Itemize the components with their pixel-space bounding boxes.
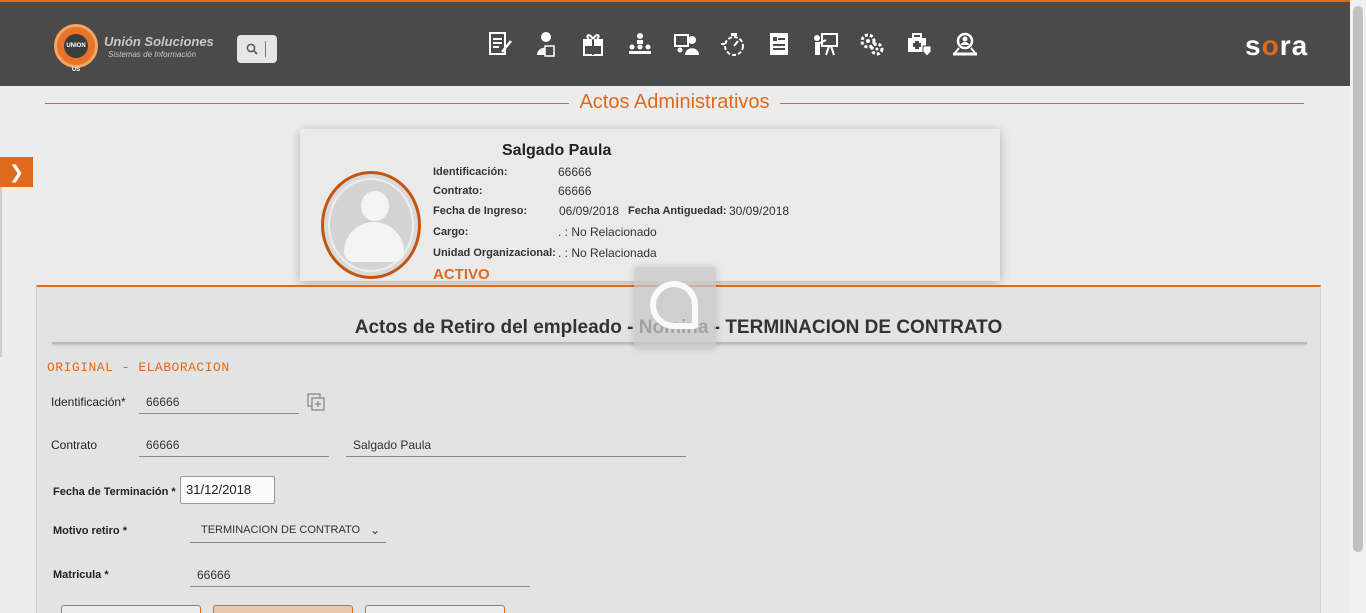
fecha-terminacion-label-text: Fecha de Terminación [53, 486, 169, 498]
stopwatch-icon[interactable] [719, 30, 747, 58]
heading-text-wrap: Actos Administrativos [45, 91, 1304, 114]
motivo-retiro-select[interactable]: TERMINACION DE CONTRATO ⌄ [190, 519, 386, 543]
employee-card: Salgado Paula Identificación: 66666 Cont… [300, 129, 1000, 283]
identificacion-field-label: Identificación* [51, 395, 126, 409]
fecha-antiguedad-label: Fecha Antiguedad: [628, 205, 727, 217]
person-doc-icon[interactable] [533, 30, 561, 58]
identificacion-value: 66666 [558, 165, 592, 179]
fecha-terminacion-input[interactable]: 31/12/2018 [180, 476, 275, 504]
search-input[interactable] [237, 35, 277, 63]
action-button-2[interactable] [213, 605, 353, 613]
matricula-label: Matricula * [53, 569, 109, 581]
matricula-field[interactable] [190, 563, 530, 587]
identificacion-field[interactable] [139, 390, 299, 414]
contrato-value: 66666 [558, 184, 592, 198]
required-mark: * [171, 486, 176, 498]
fecha-terminacion-label: Fecha de Terminación * [53, 486, 176, 498]
search-caret [265, 41, 266, 57]
logo-title: Unión Soluciones [104, 34, 214, 49]
top-header: UNION US Unión Soluciones Sistemas de In… [0, 0, 1350, 86]
presentation-icon[interactable] [812, 30, 840, 58]
motivo-retiro-label: Motivo retiro * [53, 525, 127, 537]
employee-name: Salgado Paula [502, 142, 612, 159]
status-badge: ACTIVO [433, 266, 490, 283]
lookup-add-icon[interactable] [307, 393, 325, 411]
action-button-3[interactable] [365, 605, 505, 613]
document-edit-icon[interactable] [486, 30, 514, 58]
motivo-retiro-label-text: Motivo retiro [53, 525, 120, 537]
search-icon [246, 43, 258, 55]
org-chart-icon[interactable] [626, 30, 654, 58]
contrato-field-label: Contrato [51, 438, 98, 452]
unidad-value: . : No Relacionada [558, 246, 657, 260]
unidad-label: Unidad Organizacional: [433, 247, 556, 259]
page-title: Actos Administrativos [569, 91, 780, 113]
required-mark: * [104, 569, 109, 581]
action-button-1[interactable] [61, 605, 201, 613]
matricula-label-text: Matricula [53, 569, 102, 581]
scroll-thumb[interactable] [1353, 6, 1363, 552]
employee-name-field[interactable] [346, 433, 686, 457]
contrato-field[interactable] [139, 433, 329, 457]
union-soluciones-logo[interactable]: UNION US Unión Soluciones Sistemas de In… [54, 24, 224, 73]
sora-brand-logo[interactable]: sora [1245, 30, 1308, 62]
cargo-value: . : No Relacionado [558, 225, 657, 239]
section-heading: Actos Administrativos [45, 90, 1304, 116]
identificacion-label: Identificación: [433, 166, 508, 178]
required-mark: * [122, 525, 127, 537]
loading-overlay [634, 267, 716, 349]
users-screen-icon[interactable] [672, 30, 700, 58]
brand-letters: ra [1279, 30, 1309, 61]
logo-mark: UNION US [54, 24, 98, 73]
fecha-ingreso-value: 06/09/2018 [559, 204, 620, 218]
loading-spinner-icon [650, 281, 698, 329]
avatar [321, 171, 421, 279]
brand-letter-accent: o [1261, 30, 1280, 61]
search-people-icon[interactable] [951, 30, 979, 58]
logo-mark-text: UNION US [64, 34, 88, 73]
gears-icon[interactable] [858, 30, 886, 58]
page-scrollbar[interactable] [1350, 0, 1366, 613]
cargo-label: Cargo: [433, 226, 469, 238]
brand-letter: s [1245, 30, 1262, 61]
sidebar-edge [0, 187, 2, 357]
contrato-label: Contrato: [433, 185, 483, 197]
avatar-head [361, 191, 389, 221]
sidebar-toggle-button[interactable]: ❯ [0, 157, 33, 187]
workflow-stage: ORIGINAL - ELABORACION [47, 360, 230, 375]
medical-kit-icon[interactable] [905, 30, 933, 58]
logo-subtitle: Sistemas de Información [108, 50, 197, 59]
fecha-antiguedad-value: 30/09/2018 [729, 204, 790, 218]
gift-icon[interactable] [579, 30, 607, 58]
motivo-retiro-selected: TERMINACION DE CONTRATO [201, 524, 361, 536]
report-list-icon[interactable] [765, 30, 793, 58]
chevron-down-icon: ⌄ [369, 523, 380, 537]
fecha-ingreso-label: Fecha de Ingreso: [433, 205, 528, 217]
